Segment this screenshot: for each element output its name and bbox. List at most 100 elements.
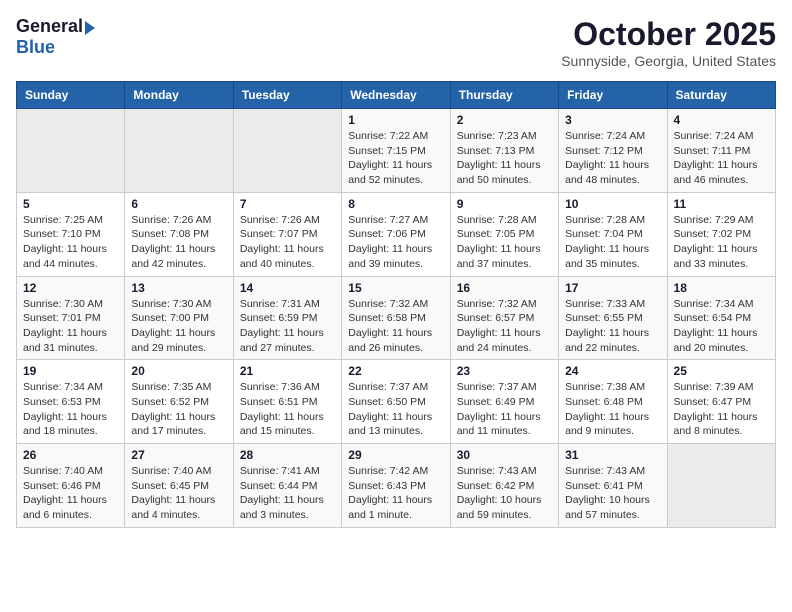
- day-cell: 9Sunrise: 7:28 AMSunset: 7:05 PMDaylight…: [450, 192, 558, 276]
- logo-arrow-icon: [85, 21, 95, 35]
- day-detail: Sunrise: 7:37 AMSunset: 6:50 PMDaylight:…: [348, 380, 443, 439]
- logo: General Blue: [16, 16, 95, 58]
- day-detail: Sunrise: 7:36 AMSunset: 6:51 PMDaylight:…: [240, 380, 335, 439]
- day-number: 7: [240, 197, 335, 211]
- day-number: 28: [240, 448, 335, 462]
- day-number: 24: [565, 364, 660, 378]
- day-detail: Sunrise: 7:34 AMSunset: 6:54 PMDaylight:…: [674, 297, 769, 356]
- day-detail: Sunrise: 7:40 AMSunset: 6:46 PMDaylight:…: [23, 464, 118, 523]
- day-cell: 28 Sunrise: 7:41 AMSunset: 6:44 PMDayligh…: [233, 444, 341, 528]
- day-cell: 12 Sunrise: 7:30 AMSunset: 7:01 PMDayligh…: [17, 276, 125, 360]
- day-detail: Sunrise: 7:30 AMSunset: 7:01 PMDaylight:…: [23, 297, 118, 356]
- day-cell: [125, 109, 233, 193]
- day-cell: 16 Sunrise: 7:32 AMSunset: 6:57 PMDayligh…: [450, 276, 558, 360]
- day-number: 4: [674, 113, 769, 127]
- day-number: 16: [457, 281, 552, 295]
- day-number: 2: [457, 113, 552, 127]
- day-cell: 1 Sunrise: 7:22 AMSunset: 7:15 PMDaylight…: [342, 109, 450, 193]
- day-number: 3: [565, 113, 660, 127]
- page-header: General Blue October 2025 Sunnyside, Geo…: [16, 16, 776, 69]
- col-header-saturday: Saturday: [667, 82, 775, 109]
- title-block: October 2025 Sunnyside, Georgia, United …: [561, 16, 776, 69]
- day-number: 30: [457, 448, 552, 462]
- day-cell: 4Sunrise: 7:24 AMSunset: 7:11 PMDaylight…: [667, 109, 775, 193]
- day-number: 23: [457, 364, 552, 378]
- day-number: 15: [348, 281, 443, 295]
- col-header-sunday: Sunday: [17, 82, 125, 109]
- day-detail: Sunrise: 7:37 AMSunset: 6:49 PMDaylight:…: [457, 380, 552, 439]
- day-detail: Sunrise: 7:28 AMSunset: 7:04 PMDaylight:…: [565, 213, 660, 272]
- day-cell: 3 Sunrise: 7:24 AMSunset: 7:12 PMDaylight…: [559, 109, 667, 193]
- day-detail: Sunrise: 7:43 AMSunset: 6:42 PMDaylight:…: [457, 464, 552, 523]
- day-cell: 25 Sunrise: 7:39 AMSunset: 6:47 PMDayligh…: [667, 360, 775, 444]
- day-detail: Sunrise: 7:23 AMSunset: 7:13 PMDaylight:…: [457, 129, 552, 188]
- day-cell: 5 Sunrise: 7:25 AMSunset: 7:10 PMDaylight…: [17, 192, 125, 276]
- day-number: 29: [348, 448, 443, 462]
- day-number: 21: [240, 364, 335, 378]
- day-number: 11: [674, 197, 769, 211]
- day-number: 1: [348, 113, 443, 127]
- day-detail: Sunrise: 7:22 AMSunset: 7:15 PMDaylight:…: [348, 129, 443, 188]
- day-cell: [233, 109, 341, 193]
- day-detail: Sunrise: 7:25 AMSunset: 7:10 PMDaylight:…: [23, 213, 118, 272]
- day-cell: 27 Sunrise: 7:40 AMSunset: 6:45 PMDayligh…: [125, 444, 233, 528]
- day-detail: Sunrise: 7:29 AMSunset: 7:02 PMDaylight:…: [674, 213, 769, 272]
- day-number: 19: [23, 364, 118, 378]
- day-number: 14: [240, 281, 335, 295]
- day-detail: Sunrise: 7:27 AMSunset: 7:06 PMDaylight:…: [348, 213, 443, 272]
- day-cell: 7Sunrise: 7:26 AMSunset: 7:07 PMDaylight…: [233, 192, 341, 276]
- day-number: 9: [457, 197, 552, 211]
- location-label: Sunnyside, Georgia, United States: [561, 53, 776, 69]
- day-detail: Sunrise: 7:42 AMSunset: 6:43 PMDaylight:…: [348, 464, 443, 523]
- day-cell: 10 Sunrise: 7:28 AMSunset: 7:04 PMDayligh…: [559, 192, 667, 276]
- month-title: October 2025: [561, 16, 776, 53]
- day-cell: 11 Sunrise: 7:29 AMSunset: 7:02 PMDayligh…: [667, 192, 775, 276]
- day-detail: Sunrise: 7:41 AMSunset: 6:44 PMDaylight:…: [240, 464, 335, 523]
- calendar-header-row: SundayMondayTuesdayWednesdayThursdayFrid…: [17, 82, 776, 109]
- day-cell: 23 Sunrise: 7:37 AMSunset: 6:49 PMDayligh…: [450, 360, 558, 444]
- day-cell: 22Sunrise: 7:37 AMSunset: 6:50 PMDayligh…: [342, 360, 450, 444]
- day-cell: [667, 444, 775, 528]
- day-cell: 21 Sunrise: 7:36 AMSunset: 6:51 PMDayligh…: [233, 360, 341, 444]
- day-number: 27: [131, 448, 226, 462]
- day-cell: 19 Sunrise: 7:34 AMSunset: 6:53 PMDayligh…: [17, 360, 125, 444]
- day-cell: 15 Sunrise: 7:32 AMSunset: 6:58 PMDayligh…: [342, 276, 450, 360]
- day-number: 12: [23, 281, 118, 295]
- day-detail: Sunrise: 7:34 AMSunset: 6:53 PMDaylight:…: [23, 380, 118, 439]
- day-cell: 26Sunrise: 7:40 AMSunset: 6:46 PMDayligh…: [17, 444, 125, 528]
- day-cell: 20Sunrise: 7:35 AMSunset: 6:52 PMDayligh…: [125, 360, 233, 444]
- day-cell: 24 Sunrise: 7:38 AMSunset: 6:48 PMDayligh…: [559, 360, 667, 444]
- day-detail: Sunrise: 7:32 AMSunset: 6:57 PMDaylight:…: [457, 297, 552, 356]
- day-number: 18: [674, 281, 769, 295]
- day-cell: 18 Sunrise: 7:34 AMSunset: 6:54 PMDayligh…: [667, 276, 775, 360]
- day-detail: Sunrise: 7:26 AMSunset: 7:08 PMDaylight:…: [131, 213, 226, 272]
- day-detail: Sunrise: 7:24 AMSunset: 7:12 PMDaylight:…: [565, 129, 660, 188]
- day-number: 13: [131, 281, 226, 295]
- day-number: 31: [565, 448, 660, 462]
- week-row-5: 26Sunrise: 7:40 AMSunset: 6:46 PMDayligh…: [17, 444, 776, 528]
- day-detail: Sunrise: 7:39 AMSunset: 6:47 PMDaylight:…: [674, 380, 769, 439]
- day-detail: Sunrise: 7:40 AMSunset: 6:45 PMDaylight:…: [131, 464, 226, 523]
- day-number: 6: [131, 197, 226, 211]
- week-row-3: 12 Sunrise: 7:30 AMSunset: 7:01 PMDayligh…: [17, 276, 776, 360]
- day-cell: 14Sunrise: 7:31 AMSunset: 6:59 PMDayligh…: [233, 276, 341, 360]
- day-number: 25: [674, 364, 769, 378]
- week-row-1: 1 Sunrise: 7:22 AMSunset: 7:15 PMDaylight…: [17, 109, 776, 193]
- day-number: 10: [565, 197, 660, 211]
- col-header-tuesday: Tuesday: [233, 82, 341, 109]
- col-header-monday: Monday: [125, 82, 233, 109]
- day-number: 17: [565, 281, 660, 295]
- day-cell: 30 Sunrise: 7:43 AMSunset: 6:42 PMDayligh…: [450, 444, 558, 528]
- day-detail: Sunrise: 7:38 AMSunset: 6:48 PMDaylight:…: [565, 380, 660, 439]
- calendar-table: SundayMondayTuesdayWednesdayThursdayFrid…: [16, 81, 776, 528]
- day-detail: Sunrise: 7:33 AMSunset: 6:55 PMDaylight:…: [565, 297, 660, 356]
- day-cell: 31Sunrise: 7:43 AMSunset: 6:41 PMDayligh…: [559, 444, 667, 528]
- day-cell: 2 Sunrise: 7:23 AMSunset: 7:13 PMDaylight…: [450, 109, 558, 193]
- calendar-body: 1 Sunrise: 7:22 AMSunset: 7:15 PMDaylight…: [17, 109, 776, 528]
- day-cell: 29 Sunrise: 7:42 AMSunset: 6:43 PMDayligh…: [342, 444, 450, 528]
- logo-blue-text: Blue: [16, 37, 55, 58]
- day-detail: Sunrise: 7:30 AMSunset: 7:00 PMDaylight:…: [131, 297, 226, 356]
- day-number: 20: [131, 364, 226, 378]
- day-number: 5: [23, 197, 118, 211]
- day-detail: Sunrise: 7:32 AMSunset: 6:58 PMDaylight:…: [348, 297, 443, 356]
